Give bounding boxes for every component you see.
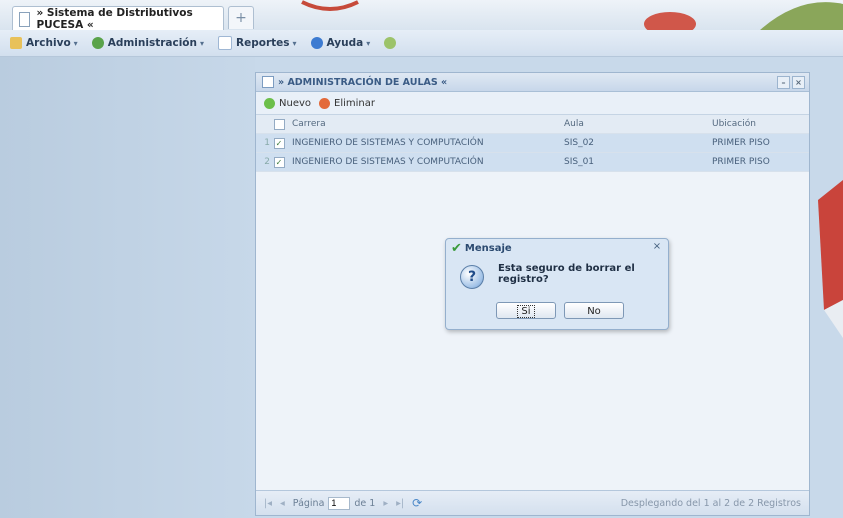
- cell-ubicacion: PRIMER PISO: [712, 157, 770, 167]
- column-header-ubicacion[interactable]: Ubicación: [712, 119, 809, 129]
- chevron-down-icon: ▾: [200, 38, 205, 48]
- menu-ayuda[interactable]: Ayuda ▾: [307, 35, 375, 51]
- chevron-down-icon: ▾: [73, 38, 78, 48]
- menu-bar: Archivo ▾ Administración ▾ Reportes ▾ Ay…: [0, 30, 843, 57]
- tab-app[interactable]: » Sistema de Distributivos PUCESA «: [12, 6, 224, 30]
- column-header-carrera[interactable]: Carrera: [288, 119, 564, 129]
- report-icon: [218, 36, 233, 50]
- row-checkbox[interactable]: ✓: [273, 137, 285, 149]
- delete-icon: [319, 97, 331, 109]
- menu-administracion[interactable]: Administración ▾: [88, 35, 208, 51]
- select-all-checkbox[interactable]: [273, 118, 285, 130]
- decorative-shape-icon: [301, 0, 359, 11]
- tab-app-label: » Sistema de Distributivos PUCESA «: [36, 7, 193, 30]
- window-tools: – ×: [775, 76, 805, 89]
- dialog-message: Esta seguro de borrar el registro?: [498, 263, 635, 285]
- window-header: » ADMINISTRACIÓN DE AULAS « – ×: [256, 73, 809, 92]
- last-page-icon[interactable]: ▸|: [396, 498, 404, 509]
- folder-icon: [10, 37, 22, 49]
- help-icon: [310, 37, 323, 49]
- aulas-grid: Carrera Aula Ubicación 1 ✓ INGENIERO DE …: [256, 115, 809, 172]
- page-of-label: de 1: [354, 497, 376, 509]
- new-button-label: Nuevo: [279, 97, 312, 109]
- page-label: Página: [292, 497, 325, 509]
- dialog-header: ✔ Mensaje: [446, 239, 668, 257]
- column-header-aula[interactable]: Aula: [564, 119, 712, 129]
- paging-toolbar: |◂ ◂ Página de 1 ▸ ▸| ⟳ Desplegando del …: [256, 490, 809, 515]
- chevron-down-icon: ▾: [366, 38, 371, 48]
- decorative-leaf-icon: [760, 2, 843, 30]
- menu-administracion-label: Administración: [107, 37, 197, 49]
- cell-aula: SIS_01: [564, 157, 595, 167]
- cell-aula: SIS_02: [564, 138, 595, 148]
- tab-strip: » Sistema de Distributivos PUCESA « +: [0, 0, 843, 30]
- next-page-icon[interactable]: ▸: [383, 498, 388, 509]
- delete-button-label: Eliminar: [334, 97, 375, 109]
- admin-icon: [91, 37, 104, 49]
- window-toolbar: Nuevo Eliminar: [256, 92, 809, 115]
- menu-archivo[interactable]: Archivo ▾: [6, 35, 82, 51]
- add-icon: [264, 97, 275, 109]
- table-row[interactable]: 2 ✓ INGENIERO DE SISTEMAS Y COMPUTACIÓN …: [256, 153, 809, 172]
- left-pane: [0, 57, 255, 518]
- row-number: 1: [264, 138, 270, 148]
- new-button[interactable]: Nuevo: [264, 97, 312, 109]
- row-number: 2: [264, 157, 270, 167]
- menu-reportes-label: Reportes: [236, 37, 290, 49]
- extra-icon: [384, 37, 397, 49]
- document-icon: [19, 11, 31, 27]
- page-number-input[interactable]: [328, 496, 351, 510]
- delete-button[interactable]: Eliminar: [319, 97, 375, 109]
- close-icon[interactable]: ×: [652, 242, 662, 252]
- cell-ubicacion: PRIMER PISO: [712, 138, 770, 148]
- check-icon: ✔: [451, 240, 462, 256]
- refresh-icon[interactable]: ⟳: [412, 496, 422, 510]
- menu-archivo-label: Archivo: [26, 37, 71, 49]
- first-page-icon[interactable]: |◂: [264, 498, 272, 509]
- menu-extra[interactable]: [380, 35, 404, 51]
- decorative-fish-icon: [644, 12, 696, 30]
- question-icon: ?: [460, 265, 484, 289]
- chevron-down-icon: ▾: [292, 38, 297, 48]
- cell-carrera: INGENIERO DE SISTEMAS Y COMPUTACIÓN: [292, 138, 484, 148]
- decorative-book-icon: [818, 180, 843, 338]
- minimize-icon[interactable]: –: [777, 76, 790, 89]
- prev-page-icon[interactable]: ◂: [280, 498, 285, 509]
- add-tab-button[interactable]: +: [228, 6, 254, 29]
- menu-reportes[interactable]: Reportes ▾: [214, 34, 301, 52]
- no-button[interactable]: No: [564, 302, 624, 319]
- window-icon: [262, 76, 274, 88]
- menu-ayuda-label: Ayuda: [326, 37, 364, 49]
- yes-button-label: Si: [517, 305, 535, 318]
- row-checkbox[interactable]: ✓: [273, 156, 285, 168]
- grid-header-row: Carrera Aula Ubicación: [256, 115, 809, 134]
- close-icon[interactable]: ×: [792, 76, 805, 89]
- yes-button[interactable]: Si: [496, 302, 556, 319]
- cell-carrera: INGENIERO DE SISTEMAS Y COMPUTACIÓN: [292, 157, 484, 167]
- dialog-title: Mensaje: [464, 242, 512, 254]
- confirm-dialog: ✔ Mensaje × ? Esta seguro de borrar el r…: [445, 238, 669, 330]
- table-row[interactable]: 1 ✓ INGENIERO DE SISTEMAS Y COMPUTACIÓN …: [256, 134, 809, 153]
- paging-info: Desplegando del 1 al 2 de 2 Registros: [620, 497, 801, 509]
- window-title: » ADMINISTRACIÓN DE AULAS «: [278, 76, 448, 88]
